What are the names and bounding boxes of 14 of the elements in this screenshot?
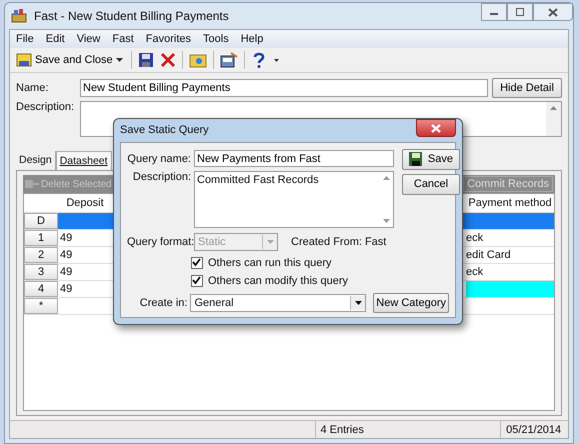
status-text: 4 Entries	[315, 421, 500, 438]
table-cell-text: eck	[466, 231, 484, 246]
query-format-label: Query format:	[127, 236, 191, 248]
name-label: Name:	[16, 82, 50, 94]
query-name-label: Query name:	[127, 152, 191, 165]
created-from-text: Created From: Fast	[291, 236, 386, 248]
description-label: Description:	[132, 170, 191, 183]
status-date: 05/21/2014	[500, 421, 568, 438]
window-title: Fast - New Student Billing Payments	[34, 9, 229, 23]
table-cell-text: eck	[466, 265, 484, 280]
dialog-title: Save Static Query	[120, 124, 209, 136]
description-label: Description:	[16, 101, 76, 113]
table-cell-text: edit Card	[466, 248, 512, 263]
create-in-label: Create in:	[138, 296, 188, 309]
